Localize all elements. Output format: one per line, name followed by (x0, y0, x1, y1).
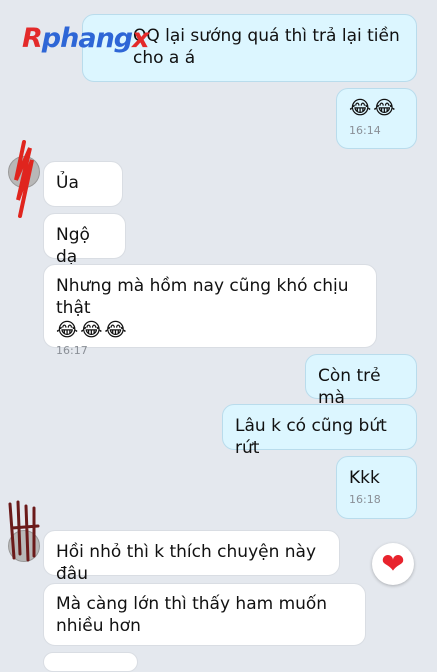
message-text: Nhưng mà hồm nay cũng khó chịu thật (56, 276, 349, 318)
message-time: 16:18 (349, 493, 381, 506)
redaction-scribble (14, 140, 34, 218)
message-text: Lâu k có cũng bứt rứt (235, 416, 387, 458)
message-text: Kkk (349, 468, 380, 488)
message-text: 😂😂 (349, 97, 398, 119)
message-text: Ngộ dạ (56, 225, 90, 267)
message-outgoing[interactable]: 😂😂 16:14 (336, 88, 417, 149)
message-incoming[interactable]: Mà càng lớn thì thấy ham muốn nhiều hơn (43, 583, 366, 646)
message-incoming[interactable]: Nhưng mà hồm nay cũng khó chịu thật 😂😂😂 … (43, 264, 377, 357)
message-text: Hồi nhỏ thì k thích chuyện này đâu (56, 542, 317, 584)
message-outgoing[interactable]: Kkk 16:18 (336, 456, 417, 519)
message-time: 16:14 (349, 124, 381, 137)
message-text: Mà càng lớn thì thấy ham muốn nhiều hơn (56, 594, 328, 636)
watermark-logo: Rphangx (22, 23, 150, 54)
message-text: Ủa (56, 173, 79, 193)
redaction-scribble (8, 500, 40, 562)
message-emoji: 😂😂😂 (56, 319, 129, 341)
message-incoming[interactable]: Ủa (43, 161, 123, 207)
message-text: Còn trẻ mà (318, 366, 381, 408)
message-outgoing[interactable]: Còn trẻ mà (305, 354, 417, 408)
message-outgoing[interactable]: Lâu k có cũng bứt rứt (222, 404, 417, 458)
message-incoming[interactable]: Hồi nhỏ thì k thích chuyện này đâu (43, 530, 340, 584)
message-incoming[interactable]: Ngộ dạ (43, 213, 126, 267)
heart-icon[interactable]: ❤ (372, 543, 414, 585)
message-incoming-partial[interactable] (43, 652, 138, 672)
